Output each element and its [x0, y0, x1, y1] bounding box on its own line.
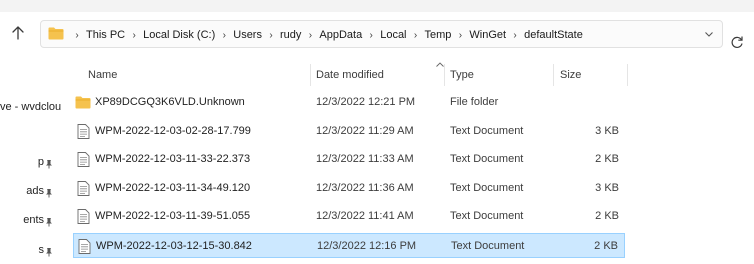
- column-divider[interactable]: [627, 64, 628, 86]
- chevron-down-icon[interactable]: [704, 29, 714, 39]
- up-arrow-icon[interactable]: [10, 25, 26, 41]
- breadcrumb-separator-icon[interactable]: ›: [262, 30, 280, 41]
- breadcrumb-item[interactable]: Local: [380, 29, 406, 41]
- file-size: 2 KB: [595, 153, 619, 165]
- file-date: 12/3/2022 11:33 AM: [316, 153, 414, 165]
- file-name: WPM-2022-12-03-02-28-17.799: [95, 125, 251, 137]
- file-row[interactable]: WPM-2022-12-03-11-39-51.055 12/3/2022 11:…: [73, 204, 625, 229]
- file-row[interactable]: WPM-2022-12-03-11-33-22.373 12/3/2022 11:…: [73, 147, 625, 172]
- file-name: WPM-2022-12-03-12-15-30.842: [96, 240, 252, 252]
- text-document-icon: [77, 152, 90, 167]
- breadcrumb-item[interactable]: This PC: [86, 29, 125, 41]
- pin-icon: [46, 248, 52, 257]
- nav-item-label: ve - wvdclou: [0, 101, 62, 113]
- breadcrumb-separator-icon[interactable]: ›: [451, 30, 469, 41]
- file-size: 3 KB: [595, 125, 619, 137]
- breadcrumb-item[interactable]: Temp: [425, 29, 452, 41]
- pin-icon: [46, 160, 52, 169]
- file-type: Text Document: [450, 153, 524, 165]
- breadcrumb-separator-icon[interactable]: ›: [407, 30, 425, 41]
- column-divider[interactable]: [553, 64, 554, 86]
- nav-item[interactable]: ents: [0, 212, 62, 232]
- folder-icon: [48, 27, 64, 40]
- nav-item[interactable]: s: [0, 242, 62, 262]
- pin-icon: [46, 218, 52, 227]
- file-type: Text Document: [451, 240, 525, 252]
- nav-item[interactable]: ve - wvdclou: [0, 99, 62, 119]
- file-name: WPM-2022-12-03-11-34-49.120: [95, 182, 251, 194]
- file-size: 2 KB: [594, 240, 618, 252]
- file-name: XP89DCGQ3K6VLD.Unknown: [95, 96, 245, 108]
- column-header-type[interactable]: Type: [450, 60, 474, 90]
- column-header-size[interactable]: Size: [560, 60, 581, 90]
- file-type: Text Document: [450, 182, 524, 194]
- breadcrumb-separator-icon[interactable]: ›: [301, 30, 319, 41]
- file-date: 12/3/2022 12:16 PM: [317, 240, 417, 252]
- file-date: 12/3/2022 11:36 AM: [316, 182, 414, 194]
- breadcrumb-item[interactable]: rudy: [280, 29, 301, 41]
- file-row[interactable]: WPM-2022-12-03-11-34-49.120 12/3/2022 11:…: [73, 176, 625, 201]
- refresh-icon[interactable]: [730, 35, 744, 49]
- navigation-pane: ve - wvdclou p ads ents s: [0, 56, 62, 264]
- breadcrumb-separator-icon[interactable]: ›: [506, 30, 524, 41]
- breadcrumb-item[interactable]: WinGet: [469, 29, 506, 41]
- breadcrumb: › This PC › Local Disk (C:) › Users › rudy › AppD…: [68, 21, 583, 49]
- file-row[interactable]: WPM-2022-12-03-12-15-30.842 12/3/2022 12:…: [73, 233, 625, 258]
- address-bar[interactable]: › This PC › Local Disk (C:) › Users › rudy › AppD…: [40, 20, 723, 48]
- nav-item-label: ads: [26, 185, 44, 197]
- file-date: 12/3/2022 12:21 PM: [316, 96, 416, 108]
- nav-item-label: p: [37, 156, 44, 168]
- file-name: WPM-2022-12-03-11-39-51.055: [95, 210, 251, 222]
- nav-item[interactable]: ads: [0, 183, 62, 203]
- breadcrumb-separator-icon[interactable]: ›: [215, 30, 233, 41]
- breadcrumb-separator-icon[interactable]: ›: [68, 30, 86, 41]
- column-header-date[interactable]: Date modified: [316, 60, 384, 90]
- column-header-row: Name Date modified Type Size: [64, 60, 754, 90]
- nav-item[interactable]: p: [0, 154, 62, 174]
- breadcrumb-separator-icon[interactable]: ›: [125, 30, 143, 41]
- breadcrumb-item[interactable]: Local Disk (C:): [143, 29, 215, 41]
- text-document-icon: [78, 239, 91, 254]
- file-date: 12/3/2022 11:41 AM: [316, 210, 414, 222]
- text-document-icon: [77, 209, 90, 224]
- title-bar-strip: [0, 0, 754, 12]
- address-row: › This PC › Local Disk (C:) › Users › rudy › AppD…: [0, 12, 754, 54]
- pin-icon: [46, 189, 52, 198]
- text-document-icon: [77, 124, 90, 139]
- breadcrumb-item[interactable]: Users: [233, 29, 262, 41]
- column-header-name[interactable]: Name: [88, 60, 117, 90]
- text-document-icon: [77, 181, 90, 196]
- file-row[interactable]: XP89DCGQ3K6VLD.Unknown 12/3/2022 12:21 PM…: [73, 90, 625, 115]
- nav-item-label: s: [38, 244, 45, 256]
- column-divider[interactable]: [310, 64, 311, 86]
- file-size: 2 KB: [595, 210, 619, 222]
- file-type: Text Document: [450, 210, 524, 222]
- file-type: Text Document: [450, 125, 524, 137]
- file-date: 12/3/2022 11:29 AM: [316, 125, 414, 137]
- file-row[interactable]: WPM-2022-12-03-02-28-17.799 12/3/2022 11:…: [73, 119, 625, 144]
- folder-icon: [75, 96, 91, 109]
- file-type: File folder: [450, 96, 499, 108]
- breadcrumb-separator-icon[interactable]: ›: [362, 30, 380, 41]
- breadcrumb-item[interactable]: defaultState: [524, 29, 583, 41]
- breadcrumb-item[interactable]: AppData: [319, 29, 362, 41]
- file-size: 3 KB: [595, 182, 619, 194]
- sort-ascending-icon: [436, 62, 444, 67]
- column-divider[interactable]: [444, 64, 445, 86]
- nav-item-label: ents: [23, 214, 44, 226]
- file-name: WPM-2022-12-03-11-33-22.373: [95, 153, 251, 165]
